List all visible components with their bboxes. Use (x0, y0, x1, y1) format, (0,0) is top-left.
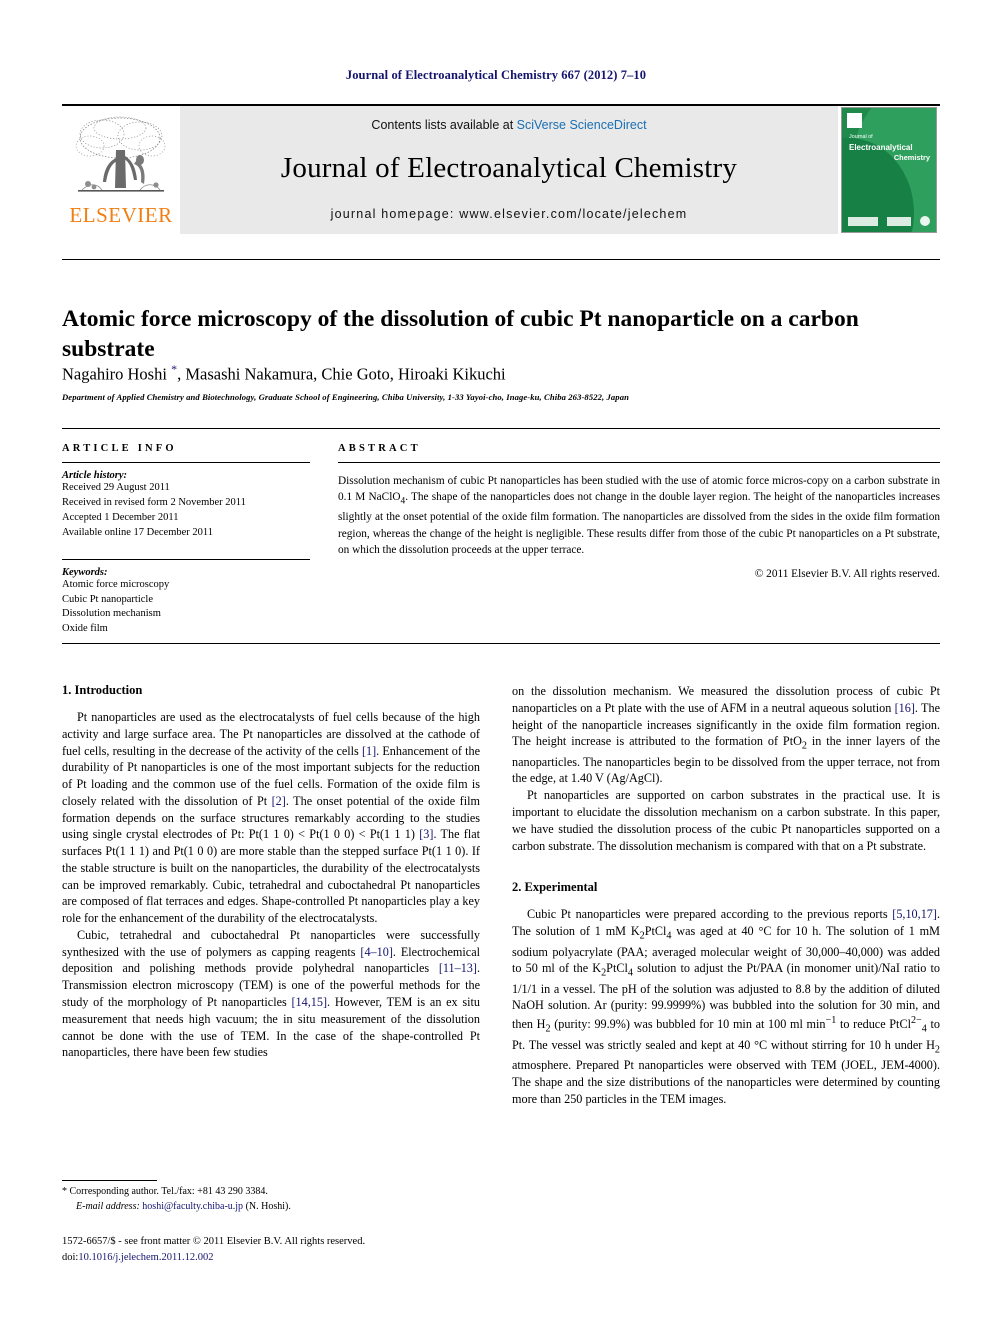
cover-bar-left (848, 217, 878, 226)
cover-line-2: Electroanalytical (849, 142, 913, 152)
citation-14-15[interactable]: [14,15] (292, 995, 328, 1009)
article-history-0: Received 29 August 2011 (62, 482, 170, 493)
article-history-3: Available online 17 December 2011 (62, 526, 214, 538)
citation-11-13[interactable]: [11–13] (439, 961, 477, 975)
keyword-1: Cubic Pt nanoparticle (62, 593, 153, 605)
title-divider (62, 259, 940, 260)
journal-cover-thumbnail[interactable]: Journal of Electroanalytical Chemistry (841, 107, 937, 233)
running-head: Journal of Electroanalytical Chemistry 6… (345, 68, 647, 82)
footnote-corresponding-author: * Corresponding author. Tel./fax: +81 43… (62, 1185, 480, 1200)
info-band-top-rule (62, 428, 940, 429)
keywords-block: Keywords: Atomic force microscopy Cubic … (62, 558, 310, 638)
masthead-center: Contents lists available at SciVerse Sci… (180, 106, 838, 234)
footnote-block: * Corresponding author. Tel./fax: +81 43… (62, 1180, 480, 1214)
journal-homepage-line[interactable]: journal homepage: www.elsevier.com/locat… (331, 207, 688, 221)
formula-sup-charge: 2− (910, 1015, 922, 1027)
article-history-2: Accepted 1 December 2011 (62, 511, 179, 523)
experimental-paragraph-1: Cubic Pt nanoparticles were prepared acc… (512, 906, 940, 1107)
cover-line-3: Chemistry (893, 153, 930, 163)
keyword-3: Oxide film (62, 623, 108, 635)
abstract-text: Dissolution mechanism of cubic Pt nanopa… (338, 473, 940, 558)
sciencedirect-link[interactable]: SciVerse ScienceDirect (517, 118, 647, 132)
exp-p1-text-e: PtCl (606, 961, 628, 976)
journal-cover-block: Journal of Electroanalytical Chemistry (838, 106, 940, 234)
journal-title: Journal of Electroanalytical Chemistry (280, 152, 738, 184)
abstract-rule (338, 462, 940, 463)
abstract-heading: ABSTRACT (338, 443, 421, 454)
exp-p1-text-a: Cubic Pt nanoparticles were prepared acc… (527, 907, 893, 922)
citation-5-10-17[interactable]: [5,10,17] (892, 907, 937, 921)
citation-4-10[interactable]: [4–10] (360, 945, 393, 959)
footnote-email-suffix: (N. Hoshi). (243, 1200, 291, 1212)
formula-sub-h2-b: 2 (934, 1044, 940, 1056)
contents-prefix: Contents lists available at (371, 118, 517, 132)
abstract-part-2: . The shape of the nanoparticles does no… (338, 491, 940, 557)
cover-publisher-mark-icon (847, 113, 862, 128)
cover-seal-icon (920, 216, 930, 226)
keywords-label: Keywords: (62, 566, 108, 578)
article-info-rule (62, 462, 310, 463)
elsevier-wordmark: ELSEVIER (69, 203, 173, 227)
citation-1[interactable]: [1] (362, 744, 376, 758)
footer-doi-line: doi:10.1016/j.jelechem.2011.12.002 (62, 1250, 622, 1266)
elsevier-tree-icon (75, 116, 166, 192)
citation-16[interactable]: [16] (895, 701, 915, 715)
footer-issn-line: 1572-6657/$ - see front matter © 2011 El… (62, 1236, 366, 1247)
page-footer: 1572-6657/$ - see front matter © 2011 El… (62, 1234, 622, 1266)
intro-paragraph-3: Pt nanoparticles are supported on carbon… (512, 788, 940, 853)
article-info-heading: ARTICLE INFO (62, 443, 177, 454)
contents-available-line: Contents lists available at SciVerse Sci… (371, 118, 646, 132)
intro-paragraph-1: Pt nanoparticles are used as the electro… (62, 709, 480, 927)
body-column-left: 1. Introduction Pt nanoparticles are use… (62, 683, 480, 1061)
exp-p1-text-g: (purity: 99.9%) was bubbled for 10 min a… (550, 1017, 826, 1032)
footnote-rule (62, 1180, 157, 1181)
cover-bar-right (887, 217, 911, 226)
intro-p2c-text-a: on the dissolution mechanism. We measure… (512, 684, 940, 715)
article-history-1: Received in revised form 2 November 2011 (62, 496, 246, 508)
cover-footer-marks (848, 212, 930, 226)
article-page: Journal of Electroanalytical Chemistry 6… (0, 0, 992, 1323)
footnote-email-line: E-mail address: hoshi@faculty.chiba-u.jp… (62, 1200, 480, 1215)
formula-sup-minus1: −1 (825, 1015, 837, 1027)
exp-p1-text-j: atmosphere. Prepared Pt nanoparticles we… (512, 1058, 940, 1106)
keyword-2: Dissolution mechanism (62, 608, 161, 620)
authors-remaining: , Masashi Nakamura, Chie Goto, Hiroaki K… (177, 364, 506, 384)
info-band-bottom-rule (62, 643, 940, 644)
author-first: Nagahiro Hoshi (62, 364, 172, 384)
journal-masthead: ELSEVIER Contents lists available at Sci… (62, 104, 940, 234)
intro-paragraph-2-continued: on the dissolution mechanism. We measure… (512, 683, 940, 787)
affiliation: Department of Applied Chemistry and Biot… (62, 392, 629, 402)
elsevier-logo: ELSEVIER (62, 106, 180, 234)
article-info-column: ARTICLE INFO Article history: Received 2… (62, 443, 310, 637)
intro-p1-text-d: . The flat surfaces Pt(1 1 1) and Pt(1 0… (62, 827, 481, 926)
citation-2[interactable]: [2] (272, 794, 286, 808)
citation-3[interactable]: [3] (419, 827, 433, 841)
keyword-0: Atomic force microscopy (62, 578, 170, 590)
article-history-label: Article history: (62, 470, 128, 481)
intro-paragraph-2: Cubic, tetrahedral and cuboctahedral Pt … (62, 927, 480, 1061)
cover-title-text: Journal of Electroanalytical Chemistry (849, 134, 930, 164)
doi-link[interactable]: 10.1016/j.jelechem.2011.12.002 (78, 1252, 213, 1263)
section-heading-experimental: 2. Experimental (512, 880, 598, 895)
footnote-star: * (62, 1186, 67, 1197)
exp-p1-text-c: PtCl (644, 924, 667, 939)
footnote-corresponding-text: Corresponding author. Tel./fax: +81 43 2… (69, 1186, 268, 1197)
article-title: Atomic force microscopy of the dissoluti… (62, 305, 859, 363)
exp-p1-text-h: to reduce PtCl (836, 1017, 911, 1032)
section-heading-introduction: 1. Introduction (62, 683, 143, 697)
author-list: Nagahiro Hoshi *, Masashi Nakamura, Chie… (62, 362, 922, 385)
abstract-column: ABSTRACT Dissolution mechanism of cubic … (338, 443, 940, 580)
abstract-copyright: © 2011 Elsevier B.V. All rights reserved… (754, 568, 940, 581)
body-column-right: on the dissolution mechanism. We measure… (512, 683, 940, 1107)
footnote-email-label: E-mail address: (76, 1200, 140, 1212)
doi-label: doi: (62, 1251, 79, 1263)
cover-line-1: Journal of (849, 134, 873, 140)
footnote-email-link[interactable]: hoshi@faculty.chiba-u.jp (142, 1201, 243, 1212)
keywords-rule (62, 558, 310, 560)
